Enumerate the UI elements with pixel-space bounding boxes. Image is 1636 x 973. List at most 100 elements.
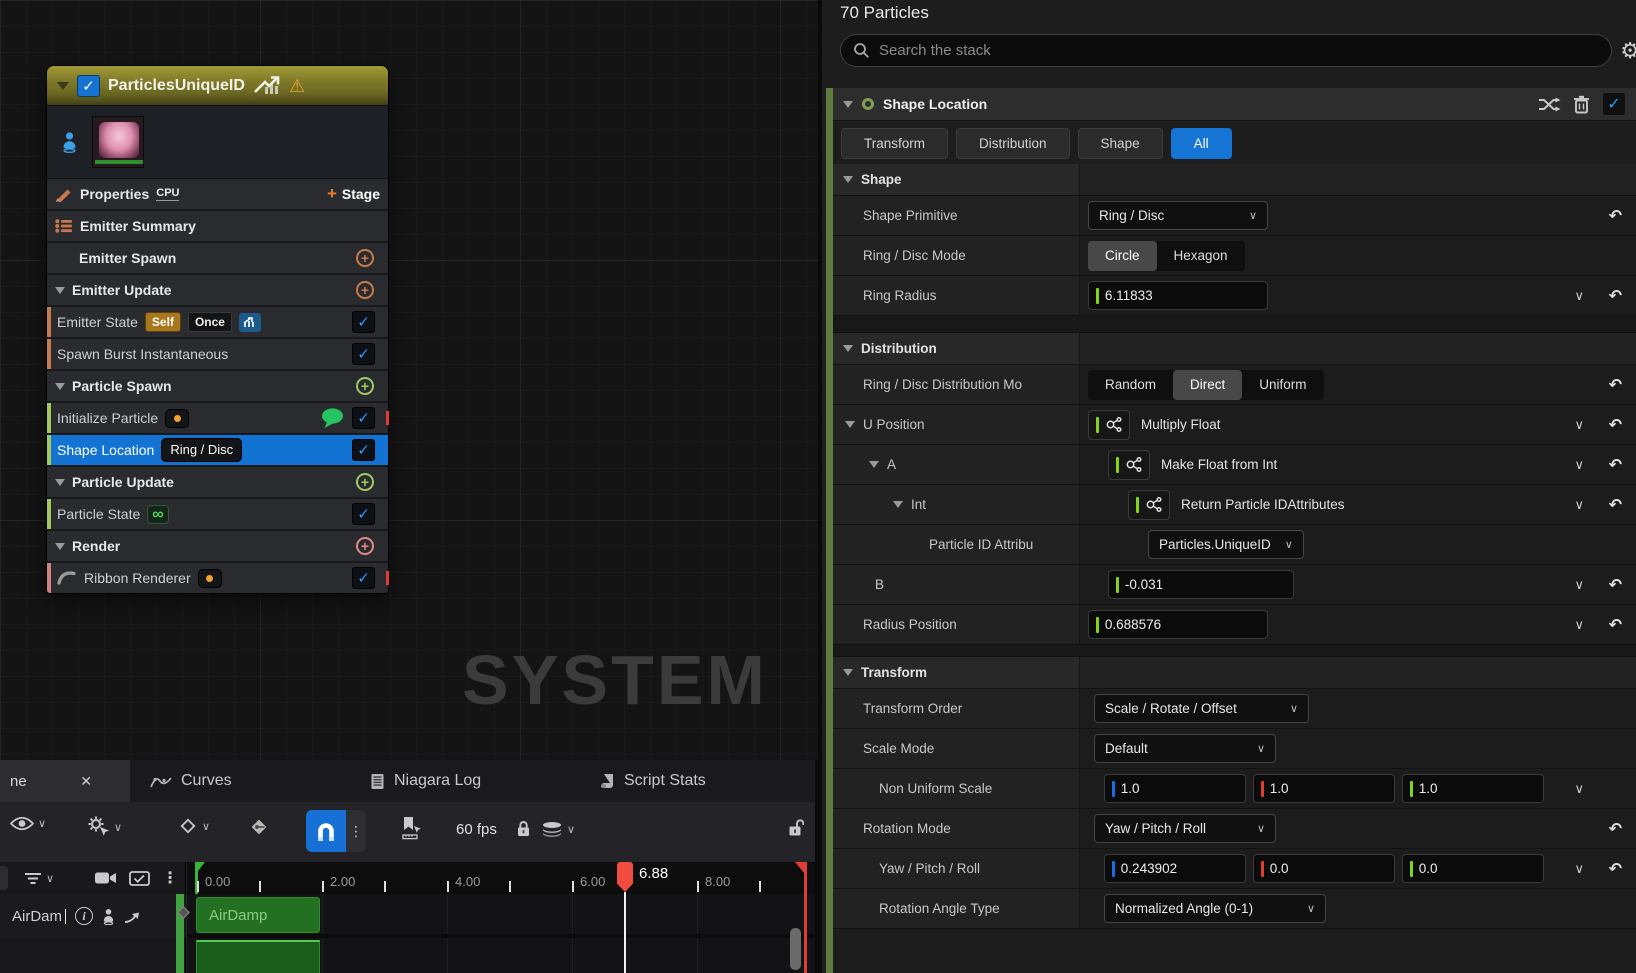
- add-module-icon[interactable]: +: [356, 377, 374, 395]
- collapse-row-icon[interactable]: [845, 421, 855, 428]
- delete-icon[interactable]: [1573, 95, 1590, 114]
- snap-options-button[interactable]: ⋮: [346, 810, 366, 852]
- view-options-button[interactable]: ∨: [10, 816, 46, 831]
- material-thumbnail[interactable]: [92, 116, 144, 168]
- chevron-down-icon[interactable]: ∨: [1574, 577, 1584, 593]
- reset-icon[interactable]: ↶: [1609, 495, 1622, 515]
- scale-mode-dropdown[interactable]: Default ∨: [1094, 734, 1276, 763]
- reset-icon[interactable]: ↶: [1609, 415, 1622, 435]
- warning-icon[interactable]: ⚠: [289, 77, 305, 95]
- reset-icon[interactable]: ↶: [1609, 206, 1622, 226]
- add-renderer-icon[interactable]: +: [356, 537, 374, 555]
- module-enabled-checkbox[interactable]: ✓: [352, 311, 375, 333]
- reset-icon[interactable]: ↶: [1609, 859, 1622, 879]
- tab-timeline-partial[interactable]: ne ✕: [0, 760, 130, 802]
- ring-radius-input[interactable]: [1105, 288, 1260, 303]
- airdamp-clip-secondary[interactable]: [196, 940, 320, 973]
- emitter-node[interactable]: ✓ ParticlesUniqueID ⚠ Properties: [46, 65, 389, 594]
- search-input[interactable]: [879, 42, 1599, 59]
- add-module-icon[interactable]: +: [356, 249, 374, 267]
- scale-z-input[interactable]: [1419, 781, 1536, 796]
- reset-icon[interactable]: ↶: [1609, 375, 1622, 395]
- stack-row-spawn-burst[interactable]: Spawn Burst Instantaneous ✓: [47, 339, 388, 369]
- chevron-down-icon[interactable]: ∨: [1574, 417, 1584, 433]
- more-options-icon[interactable]: ⋮: [162, 868, 178, 888]
- option-hexagon[interactable]: Hexagon: [1157, 241, 1245, 271]
- chevron-down-icon[interactable]: ∨: [1574, 781, 1584, 797]
- goto-arrow-icon[interactable]: [124, 909, 140, 923]
- stack-row-shape-location[interactable]: Shape Location Ring / Disc ✓: [47, 435, 388, 465]
- roll-input[interactable]: [1419, 861, 1536, 876]
- track-header-airdamp[interactable]: AirDam i: [0, 894, 186, 938]
- stack-row-ribbon-renderer[interactable]: Ribbon Renderer ✓: [47, 563, 388, 593]
- yaw-input[interactable]: [1121, 861, 1238, 876]
- stack-search-bar[interactable]: [840, 34, 1612, 67]
- ruler-marker-button[interactable]: [400, 816, 424, 840]
- reset-icon[interactable]: ↶: [1609, 286, 1622, 306]
- pitch-input[interactable]: [1270, 861, 1387, 876]
- collapse-group-icon[interactable]: [55, 479, 65, 486]
- group-header-shape[interactable]: Shape: [833, 164, 1636, 196]
- radius-position-input[interactable]: [1105, 617, 1260, 632]
- rotation-mode-dropdown[interactable]: Yaw / Pitch / Roll ∨: [1094, 814, 1276, 843]
- module-enabled-checkbox[interactable]: ✓: [352, 439, 375, 461]
- performance-chart-icon[interactable]: [253, 76, 281, 95]
- transform-order-dropdown[interactable]: Scale / Rotate / Offset ∨: [1094, 694, 1309, 723]
- shape-primitive-dropdown[interactable]: Ring / Disc ∨: [1088, 201, 1268, 230]
- message-bubble-icon[interactable]: [320, 408, 345, 429]
- collapse-group-icon[interactable]: [55, 383, 65, 390]
- collapse-group-icon[interactable]: [843, 345, 853, 352]
- stack-row-initialize-particle[interactable]: Initialize Particle ✓: [47, 403, 388, 433]
- add-stage-button[interactable]: + Stage: [327, 184, 380, 204]
- reset-icon[interactable]: ↶: [1609, 575, 1622, 595]
- shape-location-header[interactable]: Shape Location ✓: [833, 88, 1636, 121]
- chevron-down-icon[interactable]: ∨: [1574, 497, 1584, 513]
- collapse-row-icon[interactable]: [893, 501, 903, 508]
- track-name-field[interactable]: AirDam: [12, 908, 62, 925]
- gear-icon[interactable]: ⚙: [1620, 38, 1636, 64]
- group-header-transform[interactable]: Transform: [833, 657, 1636, 689]
- airdamp-clip[interactable]: AirDamp: [196, 897, 320, 933]
- emitter-node-header[interactable]: ✓ ParticlesUniqueID ⚠: [47, 66, 388, 106]
- collapse-group-icon[interactable]: [55, 543, 65, 550]
- fps-display[interactable]: 60 fps: [456, 821, 497, 838]
- tab-distribution[interactable]: Distribution: [956, 128, 1070, 159]
- chevron-down-icon[interactable]: ∨: [1574, 457, 1584, 473]
- timeline-ruler[interactable]: 0.00 2.00 4.00 6.00 8.00 6.88: [187, 862, 815, 894]
- stack-row-properties[interactable]: Properties CPU + Stage: [47, 179, 388, 209]
- module-enabled-checkbox[interactable]: ✓: [352, 343, 375, 365]
- tab-script-stats[interactable]: Script Stats: [600, 760, 706, 802]
- stack-row-emitter-spawn[interactable]: Emitter Spawn +: [47, 243, 388, 273]
- camera-button[interactable]: [94, 871, 117, 885]
- stack-row-emitter-update[interactable]: Emitter Update +: [47, 275, 388, 305]
- collapse-row-icon[interactable]: [869, 461, 879, 468]
- timeline-scrollbar[interactable]: [790, 928, 801, 970]
- option-circle[interactable]: Circle: [1088, 241, 1157, 271]
- reset-icon[interactable]: ↶: [1609, 455, 1622, 475]
- chevron-down-icon[interactable]: ∨: [1574, 288, 1584, 304]
- emitter-enabled-checkbox[interactable]: ✓: [77, 75, 100, 97]
- tab-curves[interactable]: Curves: [150, 760, 232, 802]
- collapse-section-icon[interactable]: [843, 101, 853, 108]
- shuffle-icon[interactable]: [1538, 97, 1561, 112]
- person-icon[interactable]: [61, 131, 78, 153]
- stack-row-particle-state[interactable]: Particle State ∞ ✓: [47, 499, 388, 529]
- playback-end-marker[interactable]: [804, 862, 807, 973]
- tab-all[interactable]: All: [1171, 128, 1232, 159]
- option-uniform[interactable]: Uniform: [1242, 370, 1323, 400]
- collapse-group-icon[interactable]: [55, 287, 65, 294]
- module-enabled-checkbox[interactable]: ✓: [352, 503, 375, 525]
- collapse-group-icon[interactable]: [843, 669, 853, 676]
- module-enabled-checkbox[interactable]: ✓: [352, 567, 375, 589]
- filter-button[interactable]: ∨: [24, 872, 54, 885]
- module-enabled-checkbox[interactable]: ✓: [352, 407, 375, 429]
- stack-row-particle-update[interactable]: Particle Update +: [47, 467, 388, 497]
- option-random[interactable]: Random: [1088, 370, 1173, 400]
- person-icon[interactable]: [102, 908, 115, 925]
- scale-y-input[interactable]: [1270, 781, 1387, 796]
- u-position-dynamic-input[interactable]: [1088, 410, 1130, 440]
- stack-row-emitter-summary[interactable]: Emitter Summary: [47, 211, 388, 241]
- lock-icon[interactable]: [516, 820, 531, 837]
- key-diamond-button[interactable]: [248, 816, 270, 838]
- reset-icon[interactable]: ↶: [1609, 819, 1622, 839]
